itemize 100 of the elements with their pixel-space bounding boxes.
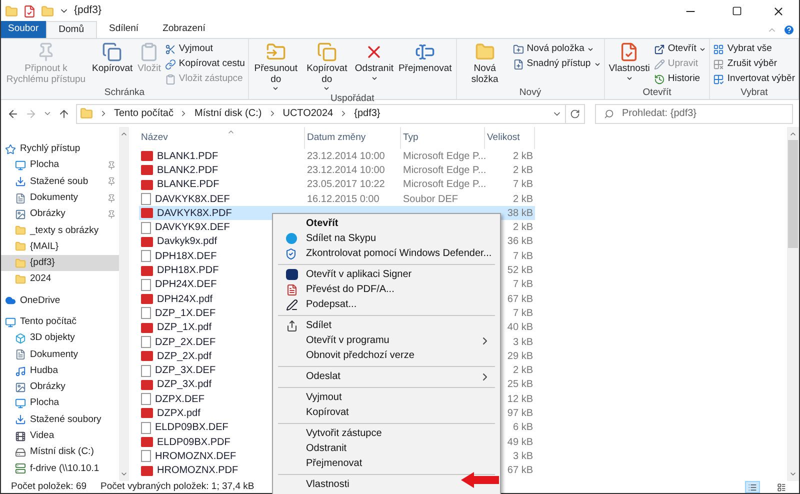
- scroll-down-icon[interactable]: [120, 470, 128, 478]
- file-name[interactable]: DZP_3X.pdf: [139, 378, 305, 392]
- file-name[interactable]: DZPX.DEF: [139, 392, 305, 406]
- ribbon-tab[interactable]: Sdílení: [96, 21, 151, 38]
- tree-item[interactable]: Stažené soub: [1, 174, 119, 190]
- file-name[interactable]: DPH24X.DEF: [139, 278, 305, 292]
- menu-item[interactable]: Sdílet na Skypu: [306, 231, 376, 246]
- up-icon[interactable]: [58, 108, 70, 120]
- menu-item[interactable]: Vyjmout: [306, 390, 342, 405]
- file-name[interactable]: ELDP09BX.DEF: [139, 420, 305, 435]
- ribbon-button[interactable]: Přesunout do: [252, 42, 300, 92]
- file-name[interactable]: HROMOZNX.PDF: [139, 464, 305, 478]
- file-name[interactable]: DAVKYK9X.DEF: [139, 220, 305, 235]
- ribbon-button[interactable]: Vyjmout: [164, 42, 245, 56]
- menu-item[interactable]: Přejmenovat: [306, 456, 362, 471]
- scrollbar[interactable]: [119, 127, 129, 481]
- tree-item[interactable]: Rychlý přístup: [1, 141, 119, 158]
- search-input[interactable]: Prohledat: {pdf3}: [622, 106, 784, 121]
- tree-item[interactable]: Dokumenty: [1, 346, 119, 363]
- menu-item[interactable]: Převést do PDF/A...: [306, 282, 394, 297]
- column-header[interactable]: Velikost: [485, 127, 535, 149]
- ribbon-button[interactable]: Odstranit: [354, 42, 394, 92]
- search-field[interactable]: Prohledat: {pdf3}: [595, 104, 793, 124]
- ribbon-button[interactable]: Snadný přístup: [512, 57, 601, 71]
- ribbon-button[interactable]: Kopírovat do: [302, 42, 351, 92]
- file-name[interactable]: DZP_1X.pdf: [139, 320, 305, 335]
- tree-item[interactable]: Videa: [1, 428, 119, 444]
- breadcrumb[interactable]: Tento počítač: [114, 106, 174, 121]
- ribbon-button[interactable]: Vybrat vše: [713, 42, 795, 56]
- column-header[interactable]: Datum změny: [305, 127, 401, 149]
- recent-icon[interactable]: [43, 109, 52, 118]
- menu-item[interactable]: Odstranit: [306, 441, 347, 456]
- scroll-down-icon[interactable]: [789, 470, 797, 478]
- file-name[interactable]: DAVKYK8X.PDF: [139, 206, 305, 220]
- scroll-up-icon[interactable]: [789, 130, 797, 138]
- ribbon-tab[interactable]: Soubor: [1, 21, 46, 38]
- ribbon-tab[interactable]: Domů: [46, 21, 97, 38]
- scroll-thumb[interactable]: [788, 140, 798, 248]
- tree-item[interactable]: f-drive (\\10.10.1: [1, 460, 119, 477]
- menu-item[interactable]: Otevřít: [306, 216, 338, 231]
- menu-item[interactable]: Otevřít v aplikaci Signer: [306, 267, 412, 282]
- menu-item[interactable]: Obnovit předchozí verze: [306, 348, 414, 363]
- file-name[interactable]: DZP_3X.DEF: [139, 363, 305, 378]
- tree-item[interactable]: {pdf3}: [1, 255, 119, 272]
- file-name[interactable]: DZPX.pdf: [139, 406, 305, 421]
- tree-item[interactable]: Místní disk (C:): [1, 444, 119, 461]
- close-icon[interactable]: [772, 4, 785, 18]
- file-name[interactable]: DZP_2X.pdf: [139, 349, 305, 364]
- tree-item[interactable]: 2024: [1, 271, 119, 288]
- file-name[interactable]: DPH18X.PDF: [139, 263, 305, 278]
- address-bar[interactable]: Tento počítač Místní disk (C:) UCTO2024 {pdf3}: [76, 104, 566, 124]
- view-button[interactable]: [745, 481, 760, 493]
- file-name[interactable]: DPH24X.pdf: [139, 292, 305, 306]
- file-name[interactable]: BLANK2.PDF: [139, 163, 305, 178]
- menu-item[interactable]: Podepsat...: [306, 297, 357, 312]
- breadcrumb[interactable]: Místní disk (C:): [194, 106, 262, 121]
- column-header[interactable]: Název: [139, 127, 305, 149]
- tree-item[interactable]: Plocha: [1, 157, 119, 174]
- file-name[interactable]: Davkyk9x.pdf: [139, 234, 305, 250]
- tree-item[interactable]: Hudba: [1, 362, 119, 380]
- ribbon-button[interactable]: Nová položka: [512, 42, 601, 56]
- back-icon[interactable]: [7, 108, 19, 120]
- help-icon[interactable]: [783, 24, 795, 36]
- file-name[interactable]: BLANK1.PDF: [139, 149, 305, 164]
- tree-item[interactable]: Tento počítač: [1, 314, 119, 330]
- tree-item[interactable]: Obrázky: [1, 206, 119, 222]
- menu-item[interactable]: Vlastnosti: [306, 477, 350, 492]
- tree-item[interactable]: Dokumenty: [1, 190, 119, 206]
- tree-item[interactable]: Plocha: [1, 395, 119, 412]
- scrollbar[interactable]: [787, 127, 799, 481]
- file-name[interactable]: DZP_1X.DEF: [139, 306, 305, 321]
- ribbon-button[interactable]: Invertovat výběr: [713, 72, 795, 86]
- ribbon-button[interactable]: Kopírovat: [91, 42, 134, 86]
- tree-item[interactable]: 3D objekty: [1, 330, 119, 347]
- ribbon-button[interactable]: Otevřít: [654, 42, 706, 56]
- tree-item[interactable]: OneDrive: [1, 292, 119, 309]
- menu-item[interactable]: Otevřít v programu: [306, 333, 390, 348]
- breadcrumb[interactable]: UCTO2024: [282, 106, 334, 121]
- ribbon-button[interactable]: Vlastnosti: [608, 42, 651, 86]
- ribbon-button[interactable]: Historie: [654, 72, 706, 86]
- file-name[interactable]: DZP_2X.DEF: [139, 334, 305, 350]
- ribbon-button[interactable]: Přejmenovat: [397, 42, 453, 92]
- ribbon-button[interactable]: Kopírovat cestu: [164, 57, 245, 71]
- tree-item[interactable]: Obrázky: [1, 379, 119, 396]
- menu-item[interactable]: Zkontrolovat pomocí Windows Defender...: [306, 246, 492, 261]
- menu-item[interactable]: Sdílet: [306, 318, 332, 333]
- tree-item[interactable]: _texty s obrázky: [1, 222, 119, 239]
- menu-item[interactable]: Kopírovat: [306, 405, 349, 420]
- properties-icon[interactable]: [23, 4, 36, 18]
- column-header[interactable]: Typ: [401, 127, 485, 149]
- file-name[interactable]: ELDP09BX.PDF: [139, 434, 305, 450]
- file-name[interactable]: DPH18X.DEF: [139, 249, 305, 264]
- maximize-icon[interactable]: [732, 6, 742, 16]
- file-name[interactable]: DAVKYK8X.DEF: [139, 192, 305, 206]
- menu-item[interactable]: Vytvořit zástupce: [306, 426, 382, 441]
- refresh-button[interactable]: [565, 104, 585, 124]
- ribbon-tab[interactable]: Zobrazení: [150, 21, 218, 38]
- ribbon-button[interactable]: Nová složka: [460, 42, 510, 86]
- breadcrumb[interactable]: {pdf3}: [354, 106, 380, 121]
- tree-item[interactable]: {MAIL}: [1, 238, 119, 256]
